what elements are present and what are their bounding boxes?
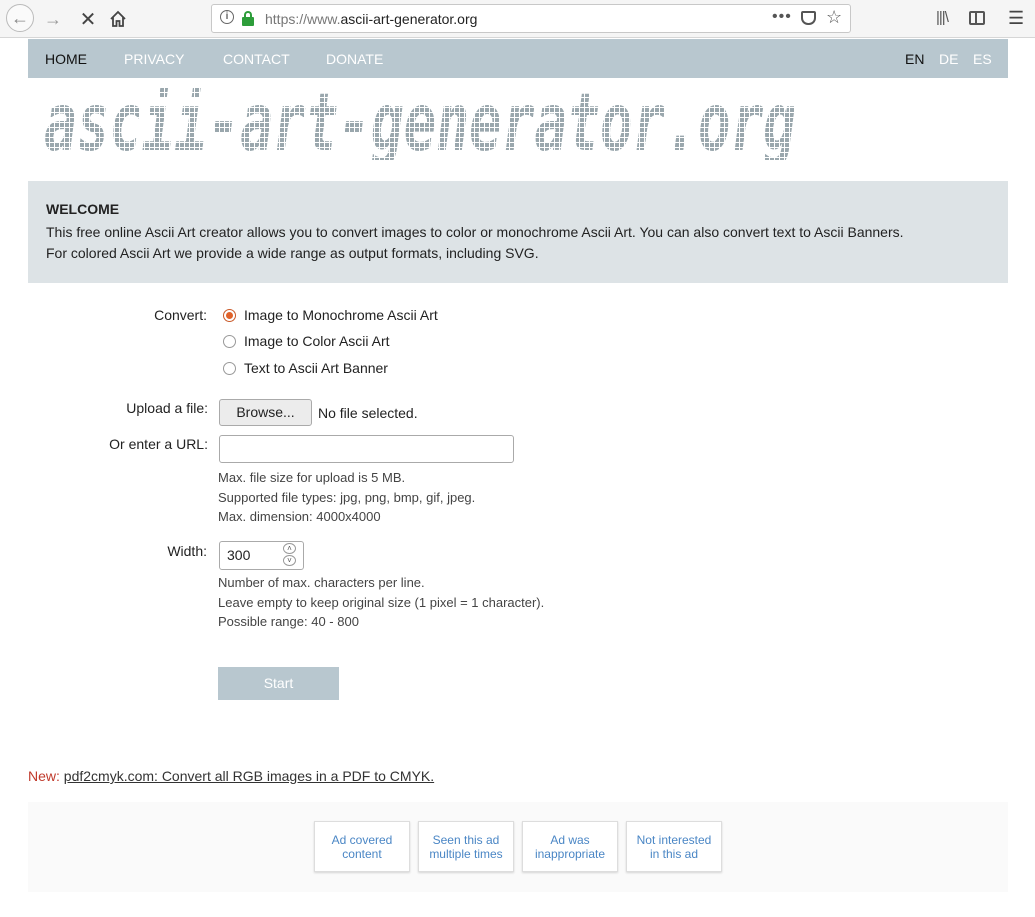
- radio-banner[interactable]: Text to Ascii Art Banner: [223, 360, 388, 376]
- upload-label: Upload a file:: [126, 400, 208, 416]
- url-prefix: https://www.: [265, 11, 341, 27]
- start-button[interactable]: Start: [218, 667, 339, 700]
- pdf2cmyk-link[interactable]: pdf2cmyk.com: Convert all RGB images in …: [64, 768, 434, 784]
- ad-button-line: Ad was: [550, 832, 590, 847]
- radio-monochrome[interactable]: Image to Monochrome Ascii Art: [223, 307, 438, 323]
- radio-button[interactable]: [223, 334, 236, 348]
- help-line: Possible range: 40 - 800: [218, 614, 359, 629]
- ad-button-line: Seen this ad: [432, 832, 500, 847]
- address-bar[interactable]: i https://www.ascii-art-generator.org ••…: [211, 4, 851, 33]
- browse-button[interactable]: Browse...: [219, 399, 312, 426]
- welcome-line-1: This free online Ascii Art creator allow…: [46, 224, 904, 240]
- help-line: Max. dimension: 4000x4000: [218, 509, 381, 524]
- decrement-icon[interactable]: ˅: [283, 555, 296, 566]
- radio-color[interactable]: Image to Color Ascii Art: [223, 333, 390, 349]
- radio-label[interactable]: Image to Color Ascii Art: [244, 333, 390, 349]
- url-input[interactable]: [219, 435, 514, 463]
- bookmark-star-icon[interactable]: ☆: [826, 7, 842, 28]
- ad-feedback-inappropriate[interactable]: Ad was inappropriate: [522, 821, 618, 872]
- page-info-icon[interactable]: i: [220, 10, 234, 24]
- help-line: Max. file size for upload is 5 MB.: [218, 470, 406, 485]
- ad-feedback-not-interested[interactable]: Not interested in this ad: [626, 821, 722, 872]
- ad-button-line: in this ad: [649, 846, 699, 861]
- logo-text: ascii-art-generator.org: [44, 88, 796, 160]
- radio-label[interactable]: Text to Ascii Art Banner: [244, 360, 388, 376]
- sidebar-icon[interactable]: [969, 11, 985, 25]
- ad-button-line: Not interested: [636, 832, 712, 847]
- url-text[interactable]: https://www.ascii-art-generator.org: [265, 11, 477, 27]
- ad-feedback-area: [28, 802, 1008, 892]
- help-line: Supported file types: jpg, png, bmp, gif…: [218, 489, 476, 505]
- ad-button-line: content: [342, 846, 382, 861]
- hamburger-menu-icon[interactable]: ☰: [1008, 8, 1024, 29]
- promo-line: New: pdf2cmyk.com: Convert all RGB image…: [28, 768, 434, 784]
- stop-loading-icon[interactable]: ✕: [74, 6, 102, 32]
- url-host: ascii-art-generator.org: [340, 11, 478, 27]
- forward-arrow-icon[interactable]: →: [39, 6, 67, 32]
- ad-button-line: inappropriate: [534, 846, 606, 861]
- ad-feedback-seen-multiple[interactable]: Seen this ad multiple times: [418, 821, 514, 872]
- convert-label: Convert:: [154, 307, 207, 323]
- secure-lock-icon[interactable]: [242, 11, 254, 26]
- back-arrow-icon[interactable]: ←: [6, 4, 34, 32]
- radio-label[interactable]: Image to Monochrome Ascii Art: [244, 307, 438, 323]
- pocket-icon[interactable]: [801, 11, 816, 25]
- site-logo[interactable]: ascii-art-generator.org: [40, 88, 820, 160]
- width-help: Number of max. characters per line. Leav…: [218, 573, 544, 632]
- welcome-title: WELCOME: [46, 201, 120, 217]
- page-actions-icon[interactable]: •••: [772, 8, 792, 26]
- help-line: Number of max. characters per line.: [218, 575, 425, 590]
- lang-es[interactable]: ES: [973, 51, 992, 67]
- radio-button-selected[interactable]: [223, 308, 236, 322]
- home-icon[interactable]: [104, 6, 132, 32]
- library-icon[interactable]: |||\: [936, 9, 949, 26]
- welcome-panel: WELCOME This free online Ascii Art creat…: [28, 181, 1008, 283]
- site-navigation: HOME PRIVACY CONTACT DONATE EN DE ES: [28, 39, 1008, 78]
- nav-contact[interactable]: CONTACT: [223, 51, 290, 67]
- browser-toolbar: ← → ✕ i https://www.ascii-art-generator.…: [0, 0, 1035, 38]
- new-label: New:: [28, 768, 60, 784]
- nav-privacy[interactable]: PRIVACY: [124, 51, 184, 67]
- ad-feedback-covered-content[interactable]: Ad covered content: [314, 821, 410, 872]
- increment-icon[interactable]: ˄: [283, 543, 296, 554]
- upload-help: Max. file size for upload is 5 MB. Suppo…: [218, 468, 475, 527]
- file-status: No file selected.: [318, 405, 418, 421]
- lang-en[interactable]: EN: [905, 51, 924, 67]
- width-label: Width:: [167, 543, 207, 559]
- nav-donate[interactable]: DONATE: [326, 51, 383, 67]
- help-line: Leave empty to keep original size (1 pix…: [218, 594, 545, 610]
- welcome-line-2: For colored Ascii Art we provide a wide …: [46, 245, 539, 261]
- nav-home[interactable]: HOME: [45, 51, 87, 67]
- ad-button-line: Ad covered: [331, 832, 393, 847]
- ad-button-line: multiple times: [429, 846, 503, 861]
- radio-button[interactable]: [223, 361, 236, 375]
- url-label: Or enter a URL:: [109, 436, 208, 452]
- lang-de[interactable]: DE: [939, 51, 958, 67]
